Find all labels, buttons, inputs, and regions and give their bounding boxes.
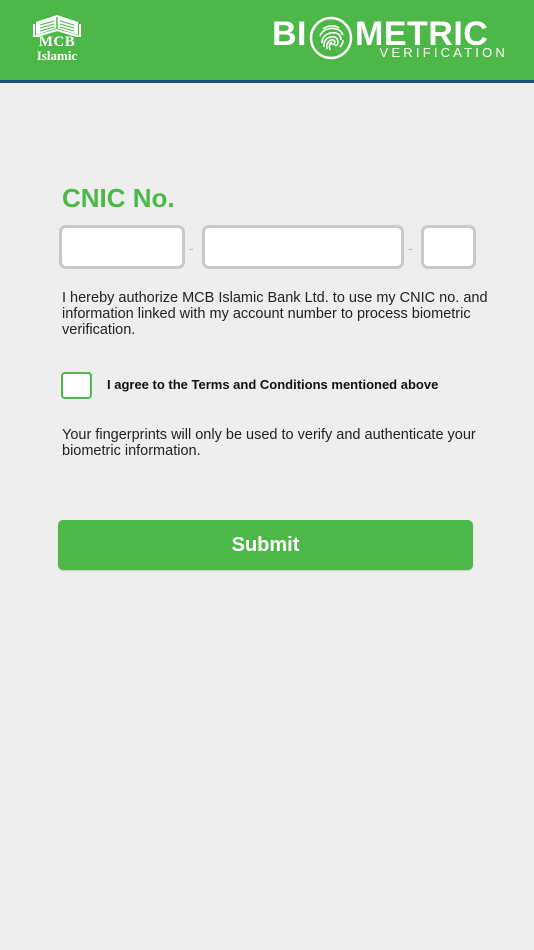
brand-title-left: BI (272, 15, 307, 53)
cnic-input-2[interactable] (205, 228, 401, 266)
logo-subtext: Islamic (36, 48, 78, 63)
app-header: MCB Islamic BI METRIC VERIFICATION (0, 0, 534, 83)
cnic-field-part-1[interactable] (59, 225, 185, 269)
cnic-field-part-2[interactable] (202, 225, 404, 269)
biometric-brand: BI METRIC VERIFICATION (272, 16, 508, 64)
submit-button[interactable]: Submit (58, 520, 473, 570)
fingerprint-notice: Your fingerprints will only be used to v… (62, 427, 476, 459)
logo-text: MCB (38, 34, 76, 50)
terms-checkbox[interactable] (61, 372, 92, 399)
cnic-label: CNIC No. (62, 183, 175, 213)
cnic-field-part-3[interactable] (421, 225, 476, 269)
cnic-separator: - (408, 240, 413, 256)
cnic-input-3[interactable] (424, 228, 473, 266)
terms-label[interactable]: I agree to the Terms and Conditions ment… (107, 377, 438, 392)
brand-subtitle: VERIFICATION (379, 45, 508, 60)
fingerprint-icon (309, 16, 353, 60)
mcb-islamic-logo: MCB Islamic (26, 13, 88, 71)
cnic-separator: - (189, 240, 194, 256)
authorization-text: I hereby authorize MCB Islamic Bank Ltd.… (62, 290, 488, 338)
cnic-input-1[interactable] (62, 228, 182, 266)
